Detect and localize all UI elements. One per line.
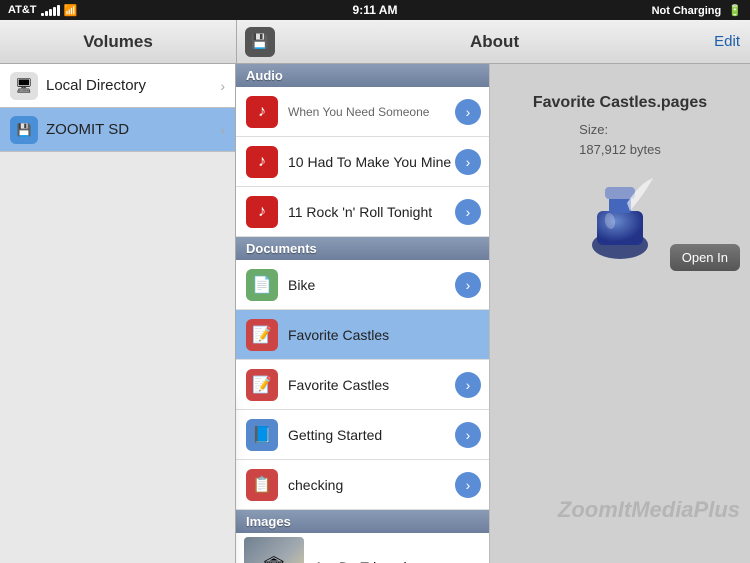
thumb-arc-de-triomphe: 🏛 — [244, 537, 304, 563]
pages-icon — [575, 173, 665, 263]
file-name-favorite-castles-1: Favorite Castles — [288, 327, 481, 343]
file-name-arc-de-triomphe: Arc De Triomphe — [314, 559, 419, 563]
doc-icon-checking: 📋 — [244, 467, 280, 503]
wifi-icon: 📶 — [64, 4, 78, 17]
local-directory-chevron: › — [220, 78, 225, 94]
file-name-when-you-need: When You Need Someone — [288, 105, 455, 119]
signal-bar-4 — [53, 7, 56, 16]
nav-bars: Volumes 💾 About Edit — [0, 20, 750, 64]
open-in-button[interactable]: Open In — [670, 244, 740, 271]
file-name-checking: checking — [288, 477, 455, 493]
zoomit-sd-chevron: › — [220, 122, 225, 138]
signal-bar-5 — [57, 5, 60, 16]
status-time: 9:11 AM — [353, 3, 398, 17]
file-item-checking[interactable]: 📋 checking › — [236, 460, 489, 510]
file-item-rock-roll[interactable]: ♪ 11 Rock 'n' Roll Tonight › — [236, 187, 489, 237]
size-value: 187,912 bytes — [579, 142, 661, 157]
doc-icon-favorite-castles-1: 📝 — [244, 317, 280, 353]
image-item-arc-de-triomphe[interactable]: 🏛 Arc De Triomphe › — [236, 533, 489, 563]
arrow-btn-had-to-make[interactable]: › — [455, 149, 481, 175]
size-label: Size: — [579, 122, 608, 137]
edit-button[interactable]: Edit — [714, 33, 740, 50]
zoomit-sd-label: ZOOMIT SD — [46, 121, 220, 138]
documents-section-header: Documents — [236, 237, 489, 260]
file-item-getting-started[interactable]: 📘 Getting Started › — [236, 410, 489, 460]
arrow-btn-when-you-need[interactable]: › — [455, 99, 481, 125]
images-section-header: Images — [236, 510, 489, 533]
arrow-btn-bike[interactable]: › — [455, 272, 481, 298]
arrow-btn-arc-de-triomphe[interactable]: › — [419, 559, 424, 563]
file-item-favorite-castles-2[interactable]: 📝 Favorite Castles › — [236, 360, 489, 410]
zoomit-sd-icon: 💾 — [10, 116, 38, 144]
arrow-btn-checking[interactable]: › — [455, 472, 481, 498]
doc-icon-bike: 📄 — [244, 267, 280, 303]
status-left: AT&T 📶 — [8, 4, 77, 17]
file-item-when-you-need[interactable]: ♪ When You Need Someone › — [236, 87, 489, 137]
status-bar: AT&T 📶 9:11 AM Not Charging 🔋 — [0, 0, 750, 20]
audio-section-header: Audio — [236, 64, 489, 87]
file-name-getting-started: Getting Started — [288, 427, 455, 443]
app-container: Volumes 💾 About Edit 🖥 Local Directory ›… — [0, 20, 750, 563]
file-name-bike: Bike — [288, 277, 455, 293]
file-item-had-to-make[interactable]: ♪ 10 Had To Make You Mine › — [236, 137, 489, 187]
nav-icon: 💾 — [245, 27, 275, 57]
local-directory-label: Local Directory — [46, 77, 220, 94]
middle-panel: Audio ♪ When You Need Someone › ♪ 10 Had… — [236, 64, 490, 563]
watermark-text: ZoomItMediaPlus — [558, 497, 740, 523]
file-name-rock-roll: 11 Rock 'n' Roll Tonight — [288, 204, 455, 220]
signal-bar-1 — [41, 13, 44, 16]
file-name-had-to-make: 10 Had To Make You Mine — [288, 154, 455, 170]
battery-icon: 🔋 — [728, 5, 742, 17]
sd-card-icon: 💾 — [251, 33, 268, 50]
right-nav-bar: 💾 About Edit — [236, 20, 750, 64]
carrier-label: AT&T — [8, 4, 37, 16]
status-right: Not Charging 🔋 — [652, 4, 742, 17]
signal-bars — [41, 4, 60, 16]
right-panel: Favorite Castles.pages Size: 187,912 byt… — [490, 64, 750, 563]
file-preview-info: Size: 187,912 bytes — [579, 120, 661, 159]
right-nav-title: About — [275, 32, 714, 52]
battery-status-label: Not Charging — [652, 5, 722, 17]
doc-icon-favorite-castles-2: 📝 — [244, 367, 280, 403]
left-nav-bar: Volumes — [0, 20, 236, 64]
sidebar-item-zoomit-sd[interactable]: 💾 ZOOMIT SD › — [0, 108, 235, 152]
arrow-btn-favorite-castles-2[interactable]: › — [455, 372, 481, 398]
audio-icon-3: ♪ — [244, 194, 280, 230]
signal-bar-2 — [45, 11, 48, 16]
file-item-bike[interactable]: 📄 Bike › — [236, 260, 489, 310]
audio-icon-1: ♪ — [244, 94, 280, 130]
audio-icon-2: ♪ — [244, 144, 280, 180]
sidebar: 🖥 Local Directory › 💾 ZOOMIT SD › — [0, 64, 236, 563]
file-preview-title: Favorite Castles.pages — [533, 94, 707, 112]
file-item-favorite-castles-1[interactable]: 📝 Favorite Castles Open In... 📄 Pages 📕 — [236, 310, 489, 360]
arrow-btn-rock-roll[interactable]: › — [455, 199, 481, 225]
doc-icon-getting-started: 📘 — [244, 417, 280, 453]
signal-bar-3 — [49, 9, 52, 16]
file-name-favorite-castles-2: Favorite Castles — [288, 377, 455, 393]
arrow-btn-getting-started[interactable]: › — [455, 422, 481, 448]
content-row: 🖥 Local Directory › 💾 ZOOMIT SD › Audio — [0, 64, 750, 563]
sidebar-item-local-directory[interactable]: 🖥 Local Directory › — [0, 64, 235, 108]
left-nav-title: Volumes — [83, 32, 153, 52]
local-directory-icon: 🖥 — [10, 72, 38, 100]
